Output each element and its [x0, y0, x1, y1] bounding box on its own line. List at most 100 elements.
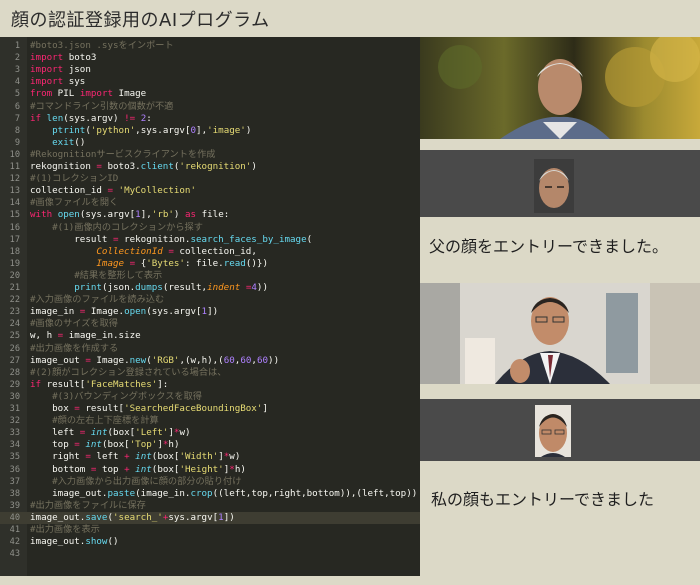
- code-line[interactable]: 1 #boto3.json .sysをインポート: [0, 40, 420, 52]
- code-text: #(3)バウンディングボックスを取得: [52, 390, 202, 402]
- code-text: from PIL import Image: [30, 88, 147, 100]
- code-text: right = left + int(box['Width']*w): [30, 451, 241, 463]
- code-line[interactable]: 43: [0, 548, 420, 560]
- line-number: 38: [9, 488, 20, 499]
- code-text: import sys: [30, 76, 86, 88]
- code-text: #結果を整形して表示: [74, 269, 163, 281]
- line-number: 1: [14, 41, 20, 51]
- line-number: 34: [9, 440, 20, 451]
- line-number: 12: [9, 174, 20, 185]
- line-number: 11: [9, 162, 20, 172]
- code-text: #入力画像から出力画像に顔の部分の貼り付け: [52, 475, 242, 487]
- code-text: #Rekognitionサービスクライアントを作成: [30, 148, 216, 160]
- code-text: import boto3: [30, 52, 97, 64]
- code-text: ptrint('python',sys.argv[0],'image'): [52, 124, 252, 136]
- code-line[interactable]: 24 #画像のサイズを取得: [0, 318, 420, 330]
- code-line[interactable]: 5 from PIL import Image: [0, 88, 420, 100]
- code-line[interactable]: 28 #(2)顔がコレクション登録されている場合は、: [0, 367, 420, 379]
- code-text: #コマンドライン引数の個数が不適: [30, 100, 174, 112]
- line-number: 40: [9, 512, 20, 523]
- code-line[interactable]: 13 collection_id = 'MyCollection': [0, 185, 420, 197]
- line-number: 2: [14, 53, 20, 64]
- line-number: 17: [9, 234, 20, 245]
- code-line[interactable]: 2 import boto3: [0, 52, 420, 64]
- code-editor[interactable]: 1 #boto3.json .sysをインポート 2 import boto3 3 imp…: [0, 37, 420, 576]
- code-line[interactable]: 15 with open(sys.argv[1],'rb') as file:: [0, 209, 420, 221]
- code-text: print(json.dumps(result,indent =4)): [74, 282, 268, 293]
- code-line[interactable]: 22 #入力画像のファイルを読み込む: [0, 294, 420, 306]
- results-panel: 父の顔をエントリーできました。 私の顔もエントリーできました: [420, 37, 700, 585]
- code-line[interactable]: 27 image_out = Image.new('RGB',(w,h),(60,…: [0, 355, 420, 367]
- code-text: CollectionId = collection_id,: [96, 245, 257, 257]
- code-line[interactable]: 18 CollectionId = collection_id,: [0, 246, 420, 258]
- code-line[interactable]: 8 ptrint('python',sys.argv[0],'image'): [0, 125, 420, 137]
- code-line[interactable]: 35 right = left + int(box['Width']*w): [0, 451, 420, 463]
- code-line[interactable]: 6 #コマンドライン引数の個数が不適: [0, 101, 420, 113]
- line-number: 39: [9, 500, 20, 511]
- code-text: #(1)画像内のコレクションから探す: [52, 221, 203, 233]
- code-line[interactable]: 9 exit(): [0, 137, 420, 149]
- line-number: 4: [14, 77, 20, 88]
- code-text: #画像のサイズを取得: [30, 318, 118, 330]
- line-number: 24: [9, 319, 20, 330]
- code-text: #出力画像を表示: [30, 524, 100, 535]
- code-line[interactable]: 17 result = rekognition.search_faces_by_…: [0, 234, 420, 246]
- code-line[interactable]: 7 if len(sys.argv) != 2:: [0, 113, 420, 125]
- line-number: 33: [9, 428, 20, 439]
- line-number: 3: [14, 65, 20, 76]
- code-text: #boto3.json .sysをインポート: [30, 40, 174, 51]
- code-line[interactable]: 4 import sys: [0, 76, 420, 88]
- code-line[interactable]: 20 #結果を整形して表示: [0, 270, 420, 282]
- code-text: top = int(box['Top']*h): [30, 439, 180, 451]
- code-text: image_out.show(): [30, 536, 119, 548]
- line-number: 28: [9, 367, 20, 378]
- code-line[interactable]: 30 #(3)バウンディングボックスを取得: [0, 391, 420, 403]
- line-number: 16: [9, 222, 20, 233]
- code-line[interactable]: 12 #(1)コレクションID: [0, 173, 420, 185]
- line-number: 15: [9, 210, 20, 221]
- code-text: with open(sys.argv[1],'rb') as file:: [30, 209, 230, 221]
- code-line[interactable]: 40 image_out.save('search_'+sys.argv[1]): [0, 511, 420, 524]
- code-line[interactable]: 41 #出力画像を表示: [0, 524, 420, 536]
- code-line[interactable]: 32 #顔の左右上下座標を計算: [0, 415, 420, 427]
- code-line[interactable]: 10 #Rekognitionサービスクライアントを作成: [0, 149, 420, 161]
- line-number: 13: [9, 186, 20, 197]
- code-line[interactable]: 42 image_out.show(): [0, 536, 420, 548]
- line-number: 7: [14, 113, 20, 124]
- line-number: 20: [9, 270, 20, 281]
- code-line[interactable]: 39 #出力画像をファイルに保存: [0, 500, 420, 512]
- line-number: 5: [14, 89, 20, 100]
- code-line[interactable]: 25 w, h = image_in.size: [0, 330, 420, 342]
- code-line[interactable]: 3 import json: [0, 64, 420, 76]
- code-line[interactable]: 29 if result['FaceMatches']:: [0, 379, 420, 391]
- code-line[interactable]: 16 #(1)画像内のコレクションから探す: [0, 222, 420, 234]
- code-text: if result['FaceMatches']:: [30, 378, 169, 390]
- code-line[interactable]: 14 #画像ファイルを開く: [0, 197, 420, 209]
- line-number: 31: [9, 404, 20, 414]
- line-number: 32: [9, 416, 20, 427]
- code-line[interactable]: 21 print(json.dumps(result,indent =4)): [0, 282, 420, 294]
- code-line[interactable]: 34 top = int(box['Top']*h): [0, 439, 420, 451]
- code-line[interactable]: 36 bottom = top + int(box['Height']*h): [0, 464, 420, 476]
- code-text: collection_id = 'MyCollection': [30, 185, 196, 197]
- code-line[interactable]: 19 Image = {'Bytes': file.read()}): [0, 258, 420, 270]
- my-entry-message: 私の顔もエントリーできました: [431, 490, 655, 509]
- code-text: #(1)コレクションID: [30, 173, 119, 185]
- code-text: #入力画像のファイルを読み込む: [30, 294, 165, 306]
- code-line[interactable]: 11 rekognition = boto3.client('rekognitio…: [0, 161, 420, 173]
- code-line[interactable]: 37 #入力画像から出力画像に顔の部分の貼り付け: [0, 476, 420, 488]
- line-number: 14: [9, 198, 20, 209]
- code-text: exit(): [52, 136, 86, 148]
- line-number: 41: [9, 525, 20, 535]
- line-number: 6: [14, 101, 20, 112]
- code-line[interactable]: 23 image_in = Image.open(sys.argv[1]): [0, 306, 420, 318]
- line-number: 22: [9, 295, 20, 306]
- code-line[interactable]: 38 image_out.paste(image_in.crop((left,t…: [0, 488, 420, 500]
- code-text: import json: [30, 64, 91, 76]
- code-line[interactable]: 31 box = result['SearchedFaceBoundingBox…: [0, 403, 420, 415]
- line-number: 23: [9, 307, 20, 318]
- code-line[interactable]: 26 #出力画像を作成する: [0, 343, 420, 355]
- code-line[interactable]: 33 left = int(box['Left']*w): [0, 427, 420, 439]
- code-text: #出力画像をファイルに保存: [30, 499, 146, 511]
- code-text: #出力画像を作成する: [30, 342, 119, 354]
